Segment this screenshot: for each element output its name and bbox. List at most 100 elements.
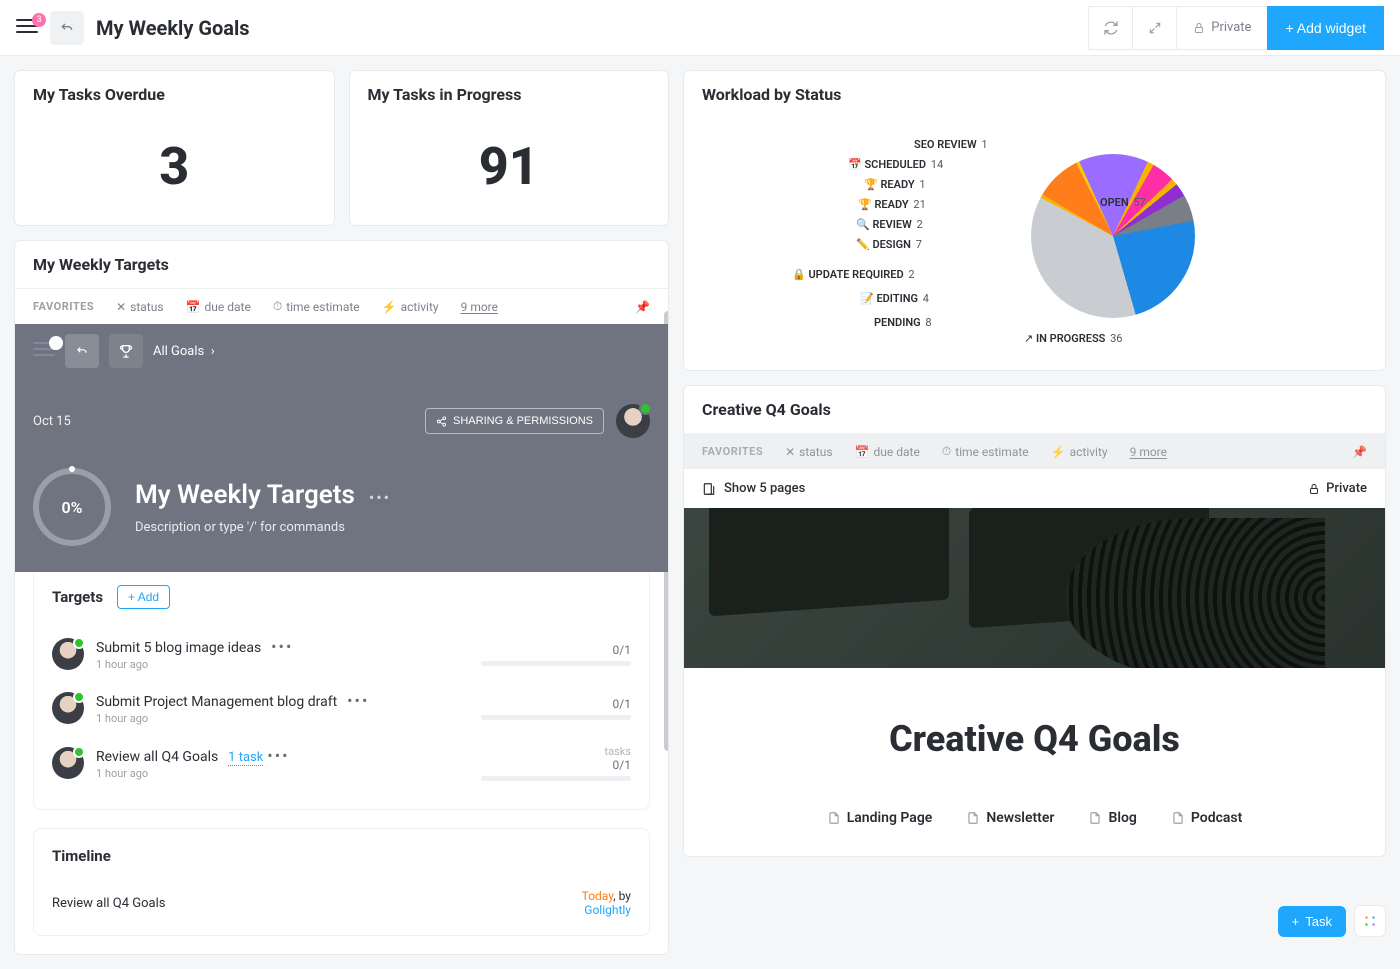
add-target-button[interactable]: + Add <box>117 585 170 609</box>
stat-card-overdue: My Tasks Overdue 3 <box>14 70 335 226</box>
target-menu-dots[interactable]: ••• <box>347 691 369 710</box>
progress-ring: 0% <box>33 468 111 546</box>
target-name: Submit Project Management blog draft <box>96 694 337 710</box>
expand-icon <box>1148 21 1162 35</box>
goals-menu-dots[interactable]: ••• <box>369 488 391 507</box>
target-meta-label: tasks <box>604 745 631 758</box>
filter-time-estimate[interactable]: ⏱time estimate <box>942 444 1029 459</box>
undo-arrow-icon <box>75 344 89 358</box>
lock-icon <box>1193 22 1205 34</box>
target-name: Submit 5 blog image ideas <box>96 640 261 656</box>
share-icon <box>436 416 447 427</box>
show-pages-toggle[interactable]: Show 5 pages <box>724 481 805 496</box>
target-menu-dots[interactable]: ••• <box>267 746 289 765</box>
progress-fraction: 0/1 <box>613 758 631 772</box>
pie-label: 🏆 READY 21 <box>858 198 926 211</box>
goals-menu-icon[interactable]: 3 <box>33 342 55 360</box>
refresh-button[interactable] <box>1088 6 1132 50</box>
target-menu-dots[interactable]: ••• <box>271 637 293 656</box>
add-widget-button[interactable]: + Add widget <box>1267 6 1384 50</box>
filter-status[interactable]: ✕status <box>785 445 832 459</box>
card-title: Creative Q4 Goals <box>684 386 1385 433</box>
timeline-user[interactable]: Golightly <box>582 903 631 917</box>
doc-link[interactable]: Blog <box>1088 810 1136 826</box>
pie-label: 📝 EDITING 4 <box>860 292 929 305</box>
trophy-button[interactable] <box>109 334 143 368</box>
filter-more[interactable]: 9 more <box>1130 445 1167 459</box>
pie-label: ✏️ DESIGN 7 <box>856 238 922 251</box>
timeline-row[interactable]: Review all Q4 Goals Today, by Golightly <box>52 889 631 917</box>
progress-bar <box>481 715 631 720</box>
filter-more[interactable]: 9 more <box>461 300 498 314</box>
apps-button[interactable] <box>1354 905 1386 937</box>
pin-icon[interactable]: 📌 <box>635 300 650 314</box>
menu-toggle-icon[interactable]: 3 <box>16 19 38 37</box>
goals-back-button[interactable] <box>65 334 99 368</box>
stat-card-inprogress: My Tasks in Progress 91 <box>349 70 670 226</box>
hero-image <box>684 508 1385 668</box>
pie-label: 🔍 REVIEW 2 <box>856 218 923 231</box>
progress-fraction: 0/1 <box>613 643 631 657</box>
doc-link[interactable]: Newsletter <box>966 810 1054 826</box>
targets-section-title: Targets <box>52 588 103 606</box>
notification-badge: 3 <box>32 13 46 27</box>
stat-value: 91 <box>350 118 669 225</box>
filter-status[interactable]: ✕status <box>116 300 163 314</box>
target-timestamp: 1 hour ago <box>96 767 469 780</box>
sharing-permissions-button[interactable]: SHARING & PERMISSIONS <box>425 408 604 434</box>
target-name: Review all Q4 Goals <box>96 749 218 765</box>
stat-value: 3 <box>15 118 334 225</box>
back-button[interactable] <box>50 11 84 45</box>
fullscreen-button[interactable] <box>1132 6 1176 50</box>
timeline-date: Today <box>582 889 614 903</box>
doc-privacy[interactable]: Private <box>1308 481 1367 496</box>
favorites-label: FAVORITES <box>702 445 763 458</box>
apps-grid-icon <box>1363 914 1377 928</box>
filter-time-estimate[interactable]: ⏱time estimate <box>273 299 360 314</box>
target-row[interactable]: Submit Project Management blog draft •••… <box>52 681 631 735</box>
timeline-item-name: Review all Q4 Goals <box>52 896 165 911</box>
lock-icon <box>1308 483 1320 495</box>
user-avatar[interactable] <box>616 404 650 438</box>
creative-q4-card: Creative Q4 Goals FAVORITES ✕status 📅due… <box>683 385 1386 857</box>
filter-activity[interactable]: ⚡activity <box>382 300 439 314</box>
goals-date: Oct 15 <box>33 414 71 429</box>
workload-card: Workload by Status SEO REVIEW 1📅 SCHEDUL… <box>683 70 1386 371</box>
stat-title: My Tasks Overdue <box>15 71 334 118</box>
target-timestamp: 1 hour ago <box>96 658 469 671</box>
privacy-toggle[interactable]: Private <box>1176 6 1267 50</box>
pie-labels: SEO REVIEW 1📅 SCHEDULED 14🏆 READY 1🏆 REA… <box>684 118 1385 370</box>
favorites-label: FAVORITES <box>33 300 94 313</box>
progress-bar <box>481 776 631 781</box>
assignee-avatar[interactable] <box>52 638 84 670</box>
refresh-icon <box>1103 20 1119 36</box>
filter-due-date[interactable]: 📅due date <box>855 445 920 459</box>
doc-title: Creative Q4 Goals <box>744 718 1325 760</box>
privacy-label: Private <box>1211 20 1251 35</box>
new-task-button[interactable]: + Task <box>1278 906 1346 937</box>
filter-activity[interactable]: ⚡activity <box>1051 445 1108 459</box>
trophy-icon <box>118 343 134 359</box>
pie-label: SEO REVIEW 1 <box>914 138 988 151</box>
progress-bar <box>481 661 631 666</box>
pages-icon <box>702 482 716 496</box>
card-title: My Weekly Targets <box>15 241 668 288</box>
assignee-avatar[interactable] <box>52 747 84 779</box>
task-link[interactable]: 1 task <box>228 750 263 766</box>
target-timestamp: 1 hour ago <box>96 712 469 725</box>
stat-title: My Tasks in Progress <box>350 71 669 118</box>
pie-label: PENDING 8 <box>874 316 932 329</box>
timeline-title: Timeline <box>52 847 631 865</box>
doc-link[interactable]: Podcast <box>1171 810 1242 826</box>
doc-link[interactable]: Landing Page <box>827 810 933 826</box>
all-goals-link[interactable]: All Goals › <box>153 344 215 359</box>
assignee-avatar[interactable] <box>52 692 84 724</box>
goals-description-input[interactable]: Description or type '/' for commands <box>135 520 391 535</box>
pie-label: ↗ IN PROGRESS 36 <box>1024 332 1123 345</box>
pie-label: 📅 SCHEDULED 14 <box>848 158 943 171</box>
target-row[interactable]: Submit 5 blog image ideas ••• 1 hour ago… <box>52 627 631 681</box>
pin-icon[interactable]: 📌 <box>1352 445 1367 459</box>
filter-due-date[interactable]: 📅due date <box>186 300 251 314</box>
goals-notification-badge: 3 <box>49 336 63 350</box>
target-row[interactable]: Review all Q4 Goals 1 task ••• 1 hour ag… <box>52 735 631 791</box>
